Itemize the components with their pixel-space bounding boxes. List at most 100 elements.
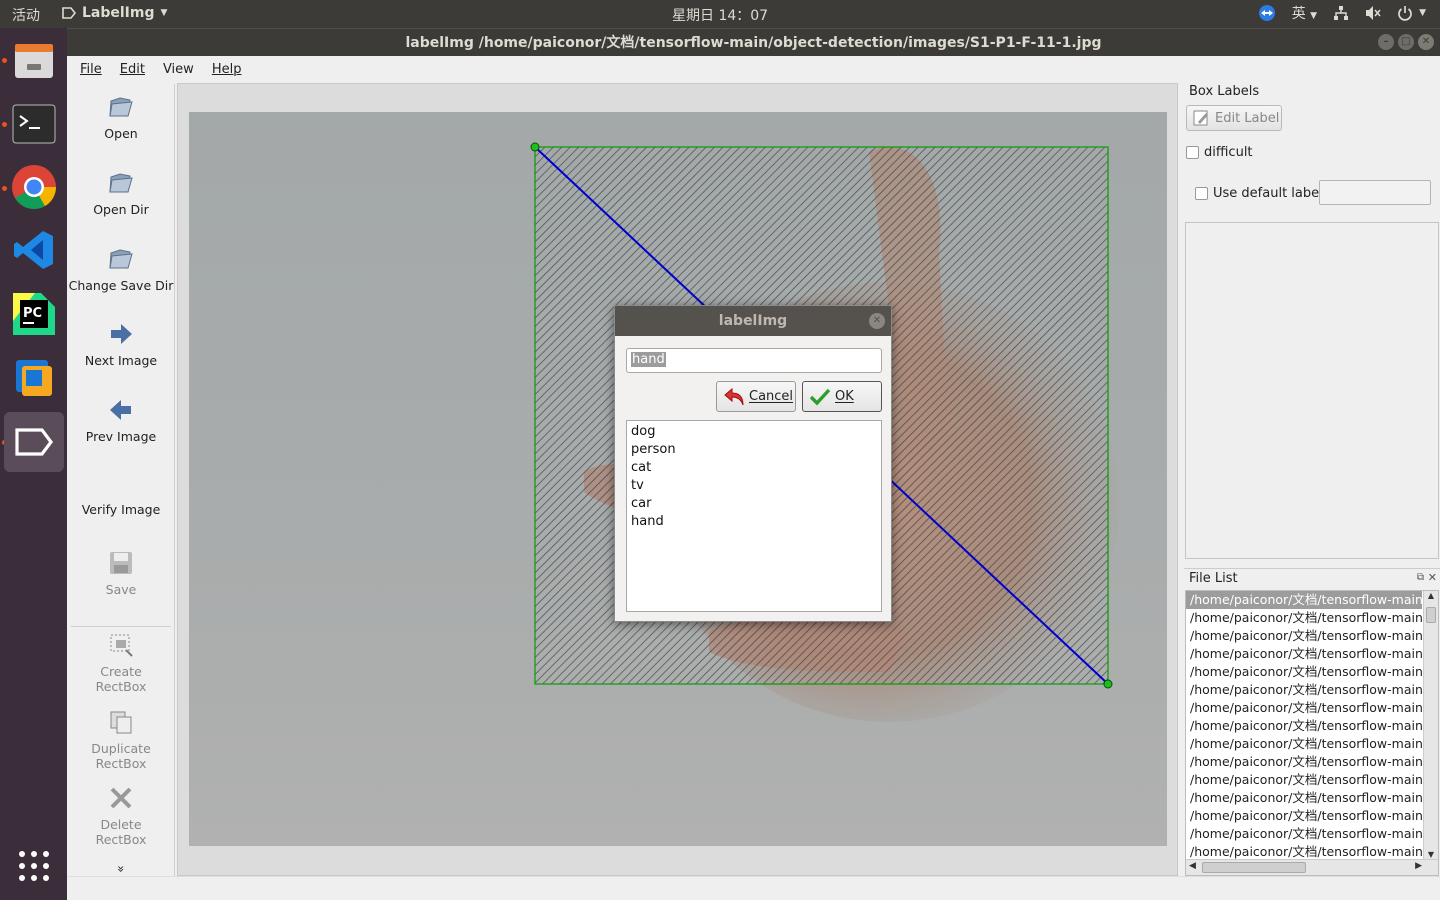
- folder-open-icon: [109, 249, 133, 269]
- power-menu[interactable]: ▼: [1397, 5, 1426, 21]
- edit-label-text: Edit Label: [1215, 110, 1280, 126]
- list-item[interactable]: /home/paiconor/文档/tensorflow-main/ob: [1186, 591, 1422, 609]
- menu-file[interactable]: File: [80, 62, 102, 77]
- edit-label-button[interactable]: Edit Label: [1186, 105, 1282, 131]
- list-item[interactable]: /home/paiconor/文档/tensorflow-main/ob: [1186, 771, 1422, 789]
- network-icon[interactable]: [1333, 5, 1349, 21]
- open-dir-button[interactable]: Open Dir: [67, 170, 175, 217]
- difficult-checkbox[interactable]: [1186, 146, 1199, 159]
- next-image-button[interactable]: Next Image: [67, 321, 175, 368]
- prev-image-label: Prev Image: [85, 429, 157, 444]
- verify-image-label: Verify Image: [81, 502, 161, 517]
- open-button[interactable]: Open: [67, 94, 175, 141]
- activities-button[interactable]: 活动: [12, 5, 40, 25]
- box-corner-handle[interactable]: [530, 142, 540, 152]
- dock-chrome[interactable]: [4, 157, 64, 217]
- delete-rectbox-button[interactable]: Delete RectBox: [67, 785, 175, 847]
- change-save-dir-button[interactable]: Change Save Dir: [67, 246, 175, 293]
- list-item[interactable]: /home/paiconor/文档/tensorflow-main/ob: [1186, 753, 1422, 771]
- volume-muted-icon[interactable]: [1365, 5, 1381, 21]
- list-item[interactable]: dog: [631, 423, 877, 441]
- scroll-up-icon[interactable]: ▲: [1424, 591, 1438, 600]
- verify-image-button[interactable]: Verify Image: [67, 502, 175, 517]
- close-dock-icon[interactable]: ✕: [1428, 571, 1437, 584]
- float-dock-icon[interactable]: ⧉: [1417, 572, 1424, 583]
- duplicate-rectbox-button[interactable]: Duplicate RectBox: [67, 709, 175, 771]
- window-titlebar[interactable]: labelImg /home/paiconor/文档/tensorflow-ma…: [67, 28, 1440, 56]
- list-item[interactable]: person: [631, 441, 877, 459]
- arrow-left-icon: [110, 400, 131, 420]
- menu-view[interactable]: View: [163, 62, 194, 77]
- dock-terminal[interactable]: [4, 94, 64, 154]
- menu-edit[interactable]: Edit: [120, 62, 145, 77]
- menu-help[interactable]: Help: [212, 62, 242, 77]
- delete-rectbox-label-2: RectBox: [95, 832, 147, 847]
- box-labels-list[interactable]: [1185, 222, 1439, 559]
- create-rectbox-button[interactable]: Create RectBox: [67, 632, 175, 694]
- delete-rectbox-label-1: Delete: [100, 817, 142, 832]
- minimize-button[interactable]: –: [1378, 34, 1394, 50]
- file-list[interactable]: /home/paiconor/文档/tensorflow-main/ob/hom…: [1185, 590, 1439, 876]
- ok-label: OK: [835, 389, 854, 404]
- list-item[interactable]: /home/paiconor/文档/tensorflow-main/ob: [1186, 627, 1422, 645]
- file-list-vertical-scrollbar[interactable]: ▲ ▼: [1423, 591, 1438, 859]
- scroll-thumb[interactable]: [1426, 607, 1436, 623]
- status-bar: [67, 876, 1440, 900]
- label-tag-icon: [62, 7, 76, 19]
- difficult-label: difficult: [1204, 145, 1253, 160]
- prev-image-button[interactable]: Prev Image: [67, 397, 175, 444]
- box-corner-handle[interactable]: [1103, 679, 1113, 689]
- ok-button[interactable]: OK: [802, 381, 882, 412]
- list-item[interactable]: /home/paiconor/文档/tensorflow-main/ob: [1186, 645, 1422, 663]
- dock-pycharm[interactable]: PC: [4, 284, 64, 344]
- list-item[interactable]: /home/paiconor/文档/tensorflow-main/ob: [1186, 699, 1422, 717]
- dialog-close-button[interactable]: ✕: [869, 313, 885, 329]
- toolbar-extension-button[interactable]: »: [114, 862, 128, 876]
- input-method-label: 英: [1291, 6, 1306, 22]
- show-applications-button[interactable]: [4, 836, 64, 896]
- duplicate-rectbox-label-1: Duplicate: [91, 741, 151, 756]
- save-button[interactable]: Save: [67, 550, 175, 597]
- close-button[interactable]: ✕: [1418, 34, 1434, 50]
- dock-files[interactable]: [4, 30, 64, 90]
- dock-labelimg[interactable]: [4, 412, 64, 472]
- label-suggestion-list[interactable]: dog person cat tv car hand: [626, 420, 882, 612]
- maximize-button[interactable]: □: [1398, 34, 1414, 50]
- folder-open-icon: [109, 97, 133, 117]
- scroll-right-icon[interactable]: ▶: [1415, 861, 1422, 871]
- cancel-button[interactable]: Cancel: [716, 381, 796, 412]
- list-item[interactable]: cat: [631, 459, 877, 477]
- label-dialog: labelImg ✕ hand Cancel OK dog person cat…: [614, 305, 892, 622]
- list-item[interactable]: hand: [631, 513, 877, 531]
- use-default-label-checkbox[interactable]: [1195, 187, 1208, 200]
- list-item[interactable]: /home/paiconor/文档/tensorflow-main/ob: [1186, 663, 1422, 681]
- list-item[interactable]: tv: [631, 477, 877, 495]
- copy-icon: [110, 711, 132, 734]
- duplicate-rectbox-label-2: RectBox: [95, 756, 147, 771]
- system-tray: 英 ▼ ▼: [1258, 3, 1426, 23]
- dialog-titlebar[interactable]: labelImg ✕: [615, 306, 891, 336]
- default-label-input[interactable]: [1319, 180, 1431, 205]
- folder-open-icon: [109, 173, 133, 193]
- list-item[interactable]: /home/paiconor/文档/tensorflow-main/ob: [1186, 735, 1422, 753]
- list-item[interactable]: /home/paiconor/文档/tensorflow-main/ob: [1186, 789, 1422, 807]
- list-item[interactable]: car: [631, 495, 877, 513]
- file-list-horizontal-scrollbar[interactable]: ◀ ▶: [1186, 859, 1438, 875]
- vm-icon: [16, 360, 52, 396]
- dock-vscode[interactable]: [4, 220, 64, 280]
- scroll-down-icon[interactable]: ▼: [1424, 850, 1438, 859]
- scroll-left-icon[interactable]: ◀: [1189, 861, 1196, 871]
- input-method-indicator[interactable]: 英 ▼: [1292, 3, 1317, 23]
- list-item[interactable]: /home/paiconor/文档/tensorflow-main/ob: [1186, 717, 1422, 735]
- teamviewer-icon[interactable]: [1258, 4, 1276, 22]
- list-item[interactable]: /home/paiconor/文档/tensorflow-main/ob: [1186, 609, 1422, 627]
- label-input[interactable]: hand: [626, 348, 882, 373]
- app-menu[interactable]: LabelImg ▼: [62, 5, 167, 21]
- list-item[interactable]: /home/paiconor/文档/tensorflow-main/ob: [1186, 681, 1422, 699]
- clock[interactable]: 星期日 14：07: [672, 5, 768, 25]
- list-item[interactable]: /home/paiconor/文档/tensorflow-main/ob: [1186, 807, 1422, 825]
- list-item[interactable]: /home/paiconor/文档/tensorflow-main/ob: [1186, 825, 1422, 843]
- dock-virtualbox[interactable]: [4, 348, 64, 408]
- horizontal-scroll-thumb[interactable]: [1202, 862, 1306, 873]
- save-label: Save: [105, 582, 137, 597]
